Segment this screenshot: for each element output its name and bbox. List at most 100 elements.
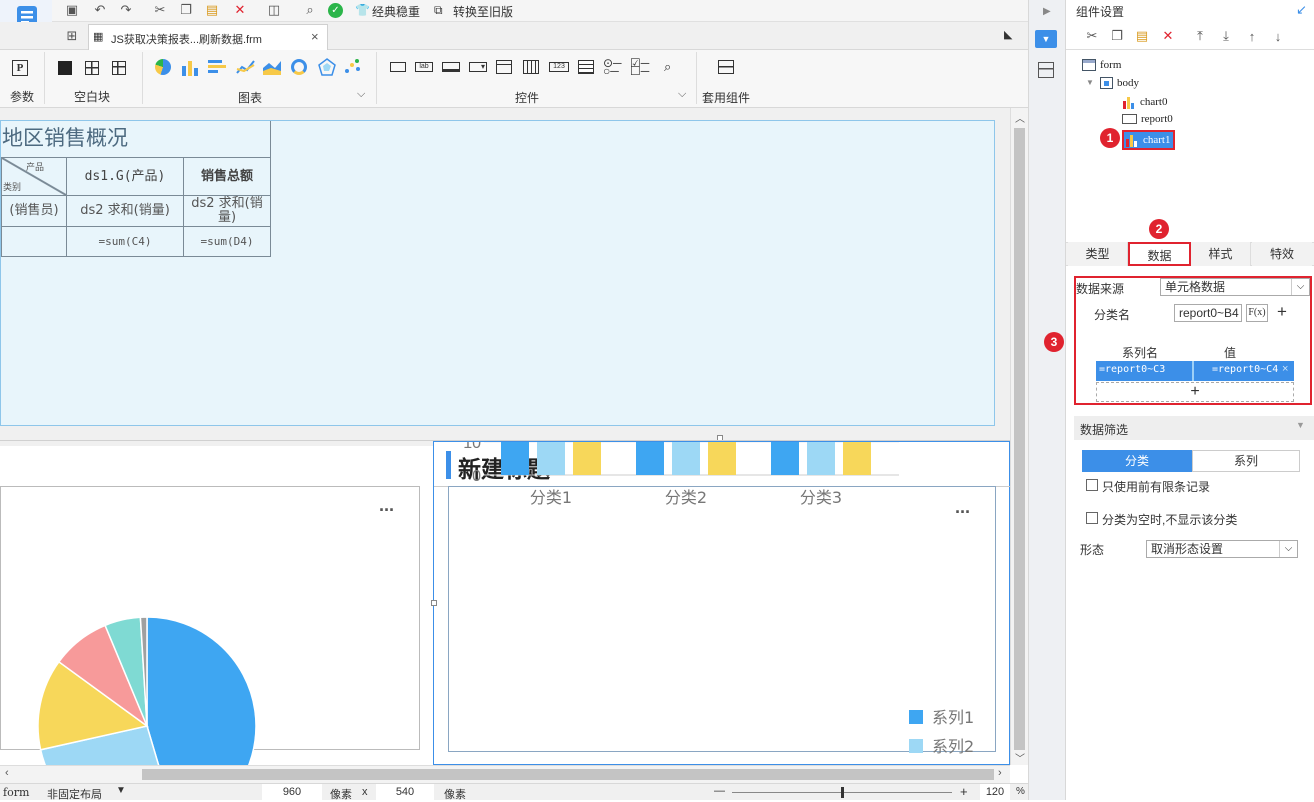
scroll-down-icon[interactable]: ﹀ xyxy=(1015,750,1025,765)
textbox-control-icon[interactable] xyxy=(390,62,406,72)
filter-collapse-icon[interactable]: ▼ xyxy=(1296,420,1305,430)
blank-block-icon[interactable] xyxy=(58,61,72,75)
tree-item-chart1[interactable]: chart1 xyxy=(1122,130,1176,150)
chart0-block[interactable]: ··· xyxy=(0,446,433,765)
radio-control-icon[interactable]: ⊙─ ○─ xyxy=(603,57,622,77)
undo-icon[interactable]: ↶ xyxy=(90,0,110,20)
radar-chart-icon[interactable] xyxy=(318,58,336,76)
list-control-icon[interactable] xyxy=(496,60,512,74)
morph-select[interactable]: 取消形态设置 ⌵ xyxy=(1146,540,1298,558)
add-category-button[interactable]: + xyxy=(1271,302,1293,322)
control-expand-icon[interactable]: ⌵ xyxy=(678,88,686,101)
tree-item-report0[interactable]: report0 xyxy=(1122,113,1173,125)
data-source-select[interactable]: 单元格数据 ⌵ xyxy=(1160,278,1310,296)
label-control-icon[interactable]: lab xyxy=(415,62,433,72)
chart-resize-handle[interactable] xyxy=(431,600,437,606)
grid-layout-icon[interactable] xyxy=(112,61,126,75)
tree-expand-icon[interactable]: ▼ xyxy=(1086,78,1094,87)
template-icon[interactable]: ◫ xyxy=(264,0,284,20)
grid-icon[interactable]: ⊞ xyxy=(62,26,82,46)
chart-expand-icon[interactable]: ⌵ xyxy=(357,88,365,101)
combobox-control-icon[interactable]: ▾ xyxy=(469,62,487,72)
component-settings-icon[interactable]: ▼ xyxy=(1035,30,1057,48)
classic-theme-button[interactable]: 经典稳重 xyxy=(372,3,420,20)
tree-item-body[interactable]: body xyxy=(1100,77,1139,89)
report0-block[interactable]: 地区销售概况 产品 类别 ds1.G(产品) 销售总额 (销售员) ds2 求和… xyxy=(0,120,995,426)
redo-icon[interactable]: ↷ xyxy=(116,0,136,20)
horizontal-bar-icon[interactable] xyxy=(208,59,228,75)
component-copy-icon[interactable]: ❐ xyxy=(1107,26,1127,46)
tab-document[interactable]: ▦ JS获取决策报表...刷新数据.frm × xyxy=(88,24,328,50)
button-control-icon[interactable] xyxy=(442,62,460,72)
number-control-icon[interactable]: 123 xyxy=(549,62,569,72)
component-delete-icon[interactable]: ✕ xyxy=(1158,26,1178,46)
horizontal-scroll-thumb[interactable] xyxy=(142,769,994,780)
copy-icon[interactable]: ❐ xyxy=(176,0,196,20)
filter-tab-category[interactable]: 分类 xyxy=(1082,450,1192,472)
tab-type[interactable]: 类型 xyxy=(1068,242,1128,266)
delete-icon[interactable]: ✕ xyxy=(230,0,250,20)
component-cut-icon[interactable]: ✂ xyxy=(1082,26,1102,46)
vertical-scroll-thumb[interactable] xyxy=(1014,128,1025,750)
series-row[interactable]: =report0~C3 =report0~C4 × xyxy=(1096,361,1294,381)
collapse-panel-icon[interactable]: ↙ xyxy=(1296,2,1307,18)
cell-empty[interactable] xyxy=(1,226,67,257)
search-control-icon[interactable]: ⌕ xyxy=(664,59,671,75)
cell-ds1-g[interactable]: ds1.G(产品) xyxy=(66,157,184,196)
date-control-icon[interactable] xyxy=(523,60,539,74)
height-input[interactable]: 540 xyxy=(376,784,434,800)
parameter-icon[interactable]: P xyxy=(12,60,28,76)
move-bottom-icon[interactable]: ⤓ xyxy=(1216,26,1236,46)
area-chart-icon[interactable] xyxy=(263,59,283,75)
preview-icon[interactable]: ⌕ xyxy=(300,0,320,20)
series-name-cell[interactable]: =report0~C3 xyxy=(1099,364,1165,375)
scroll-up-icon[interactable]: ︿ xyxy=(1015,110,1025,125)
scroll-right-icon[interactable]: › xyxy=(998,767,1002,779)
tree-item-form[interactable]: form xyxy=(1082,59,1121,71)
save-icon[interactable]: ▣ xyxy=(62,0,82,20)
header-slash-cell[interactable]: 产品 类别 xyxy=(1,157,67,196)
cell-sum-c4[interactable]: =sum(C4) xyxy=(66,226,184,257)
table-layout-icon[interactable] xyxy=(85,61,99,75)
scroll-left-icon[interactable]: ‹ xyxy=(5,767,9,779)
formula-button[interactable]: F(x) xyxy=(1246,304,1268,322)
vertical-scrollbar[interactable]: ︿ ﹀ xyxy=(1010,108,1028,765)
textarea-control-icon[interactable] xyxy=(578,60,594,74)
component-library-icon[interactable] xyxy=(1038,62,1054,78)
filter-tab-series[interactable]: 系列 xyxy=(1192,450,1300,472)
cut-icon[interactable]: ✂ xyxy=(150,0,170,20)
design-canvas[interactable]: 地区销售概况 产品 类别 ds1.G(产品) 销售总额 (销售员) ds2 求和… xyxy=(0,108,1010,765)
cell-sum-d4[interactable]: =sum(D4) xyxy=(183,226,271,257)
width-input[interactable]: 960 xyxy=(262,784,322,800)
pie-chart-icon[interactable] xyxy=(155,59,171,75)
line-chart-icon[interactable] xyxy=(236,59,256,75)
series-value-cell[interactable]: =report0~C4 xyxy=(1212,364,1278,375)
paste-icon[interactable]: ▤ xyxy=(202,0,222,20)
horizontal-scrollbar[interactable]: ‹ › xyxy=(0,765,1010,783)
component-paste-icon[interactable]: ▤ xyxy=(1132,26,1152,46)
tree-item-chart0[interactable]: chart0 xyxy=(1122,95,1167,109)
cell-sum-qty-2[interactable]: ds2 求和(销量) xyxy=(183,195,271,227)
category-input[interactable]: report0~B4 xyxy=(1174,304,1242,322)
checkbox-control-icon[interactable]: ☑─ ☐─ xyxy=(630,57,649,77)
tab-data[interactable]: 数据 xyxy=(1128,242,1191,266)
convert-old-button[interactable]: 转换至旧版 xyxy=(453,3,513,20)
zoom-input[interactable]: 120 xyxy=(980,784,1010,800)
close-tab-icon[interactable]: × xyxy=(311,29,319,44)
tab-effect[interactable]: 特效 xyxy=(1252,242,1312,266)
suite-component-icon[interactable] xyxy=(718,60,734,74)
bar-chart-icon[interactable] xyxy=(180,58,200,76)
limit-records-checkbox[interactable] xyxy=(1086,479,1098,491)
data-source-chevron-icon[interactable]: ⌵ xyxy=(1291,279,1309,295)
gauge-chart-icon[interactable] xyxy=(291,59,307,75)
scatter-chart-icon[interactable] xyxy=(344,58,362,76)
cell-sum-qty[interactable]: ds2 求和(销量) xyxy=(66,195,184,227)
cell-seller[interactable]: (销售员) xyxy=(1,195,67,227)
tab-menu-icon[interactable]: ◣ xyxy=(1004,28,1012,41)
cell-total-header[interactable]: 销售总额 xyxy=(183,157,271,196)
expand-right-icon[interactable]: ▶ xyxy=(1043,6,1051,17)
morph-chevron-icon[interactable]: ⌵ xyxy=(1279,541,1297,557)
filter-section-header[interactable]: 数据筛选 ▼ xyxy=(1074,416,1314,440)
move-top-icon[interactable]: ⤒ xyxy=(1190,26,1210,46)
move-up-icon[interactable]: ↑ xyxy=(1242,26,1262,46)
